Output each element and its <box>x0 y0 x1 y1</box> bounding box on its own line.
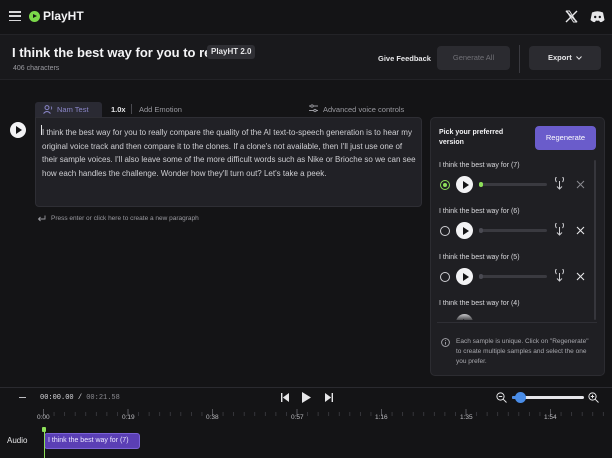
paragraph-editor[interactable]: I think the best way for you to really c… <box>35 117 422 207</box>
playhead-handle[interactable] <box>42 427 46 432</box>
export-button[interactable]: Export <box>529 46 601 70</box>
playht-logo-icon <box>29 11 40 22</box>
sample-progress-track[interactable] <box>479 182 547 187</box>
audio-clip[interactable]: I think the best way for (7) <box>44 433 140 449</box>
tick-label: 1:16 <box>375 414 388 421</box>
skip-back-icon[interactable] <box>281 393 289 402</box>
panel-divider <box>437 322 597 323</box>
tick-label: 0:19 <box>122 414 135 421</box>
tick-label: 0:57 <box>291 414 304 421</box>
enter-key-icon <box>37 215 46 222</box>
app-logo-text[interactable]: PlayHT <box>43 9 84 23</box>
close-icon[interactable] <box>576 226 585 235</box>
toolbar-divider <box>131 104 132 114</box>
timeline-border <box>0 387 612 388</box>
sample-play-button[interactable] <box>456 268 473 285</box>
generate-all-button[interactable]: Generate All <box>437 46 510 70</box>
versions-panel-title: Pick your preferred version <box>439 129 504 146</box>
sample-progress-knob[interactable] <box>479 182 483 187</box>
total-time: 00:21.58 <box>86 394 120 402</box>
tick-label: 0:38 <box>206 414 219 421</box>
download-icon[interactable] <box>553 223 566 237</box>
sample-progress-knob[interactable] <box>479 228 483 233</box>
voice-name: Nam Test <box>57 105 89 114</box>
close-icon[interactable] <box>576 272 585 281</box>
character-count: 406 characters <box>13 65 60 72</box>
current-time: 00:00.00 <box>40 394 74 402</box>
voice-selector-tab[interactable]: Nam Test <box>35 102 102 117</box>
zoom-in-icon[interactable] <box>588 392 599 403</box>
sample-progress-knob[interactable] <box>479 274 483 279</box>
sample-progress-track[interactable] <box>479 274 547 279</box>
tick-label: 1:54 <box>544 414 557 421</box>
voice-user-icon <box>43 105 53 114</box>
speed-control[interactable]: 1.0x <box>111 105 126 114</box>
give-feedback-button[interactable]: Give Feedback <box>378 54 431 63</box>
sample-title: I think the best way for (7) <box>439 162 520 169</box>
sample-item[interactable]: I think the best way for (5) <box>439 254 591 294</box>
sample-progress-track[interactable] <box>479 228 547 233</box>
sample-item[interactable]: I think the best way for (7) <box>439 162 591 202</box>
tick-label: 1:35 <box>460 414 473 421</box>
sample-title: I think the best way for (6) <box>439 208 520 215</box>
x-twitter-icon[interactable] <box>565 10 578 23</box>
sample-title: I think the best way for (4) <box>439 300 520 307</box>
download-icon[interactable] <box>553 269 566 283</box>
time-separator: / <box>77 394 83 402</box>
menu-icon[interactable] <box>9 11 21 22</box>
sliders-icon[interactable] <box>309 104 318 113</box>
sample-play-button[interactable] <box>456 176 473 193</box>
zoom-out-icon[interactable] <box>496 392 507 403</box>
new-paragraph-hint[interactable]: Press enter or click here to create a ne… <box>51 215 199 222</box>
sample-item[interactable]: I think the best way for (6) <box>439 208 591 248</box>
sample-title: I think the best way for (5) <box>439 254 520 261</box>
collapse-timeline-icon[interactable] <box>19 397 26 399</box>
playhead-line <box>43 430 45 458</box>
audio-track-label: Audio <box>7 436 28 445</box>
project-header: I think the best way for you to re... Pl… <box>0 34 612 80</box>
text-cursor <box>41 125 42 135</box>
tick-label: 0:00 <box>37 414 50 421</box>
panel-scrollbar[interactable] <box>594 160 596 320</box>
panel-fade <box>432 312 592 322</box>
project-title[interactable]: I think the best way for you to re... <box>12 45 222 60</box>
sample-play-button[interactable] <box>456 222 473 239</box>
regenerate-info-text: Each sample is unique. Click on "Regener… <box>456 338 589 365</box>
paragraph-text[interactable]: I think the best way for you to really c… <box>42 126 416 180</box>
header-divider <box>519 45 520 73</box>
add-emotion-button[interactable]: Add Emotion <box>139 105 182 114</box>
skip-forward-icon[interactable] <box>325 393 333 402</box>
sample-radio[interactable] <box>440 226 450 236</box>
discord-icon[interactable] <box>590 10 605 23</box>
sample-radio[interactable] <box>440 272 450 282</box>
sample-radio-selected[interactable] <box>440 180 450 190</box>
export-label: Export <box>548 53 572 62</box>
zoom-slider-knob[interactable] <box>515 392 526 403</box>
close-icon[interactable] <box>576 180 585 189</box>
timeline-ruler[interactable] <box>0 407 612 427</box>
download-icon[interactable] <box>553 177 566 191</box>
play-paragraph-button[interactable] <box>10 122 26 138</box>
top-nav <box>0 0 612 34</box>
regenerate-button[interactable]: Regenerate <box>535 126 596 150</box>
model-badge: PlayHT 2.0 <box>207 45 256 59</box>
info-icon <box>441 338 450 347</box>
advanced-voice-controls-button[interactable]: Advanced voice controls <box>323 105 404 114</box>
timeline-play-icon[interactable] <box>302 392 311 403</box>
chevron-down-icon <box>576 55 582 61</box>
playback-time: 00:00.00 / 00:21.58 <box>40 394 120 402</box>
